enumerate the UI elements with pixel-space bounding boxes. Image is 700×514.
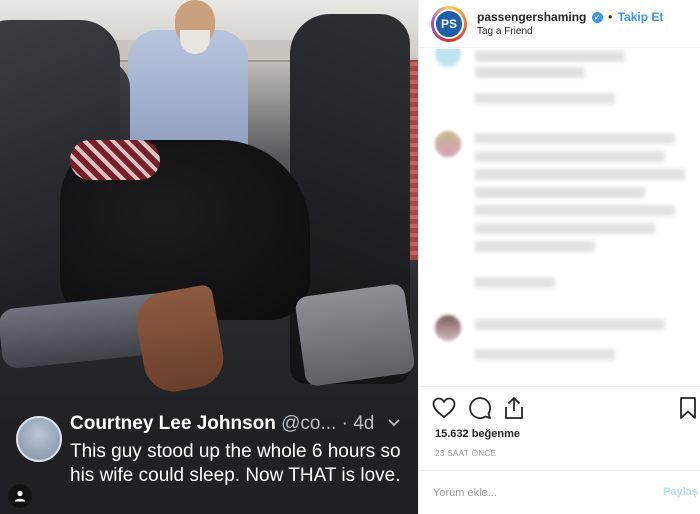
save-button[interactable] [675,396,700,425]
comment-avatar [435,131,461,157]
account-avatar-logo: PS [434,9,464,39]
tweet-author-avatar [16,416,62,462]
account-avatar[interactable]: PS [431,6,467,42]
blurred-comment [475,319,665,330]
person-icon [13,489,27,503]
blurred-comment [475,67,585,78]
add-comment-bar: Paylaş [419,470,700,514]
blurred-comment [475,133,675,144]
share-upload-icon [503,396,525,425]
post-side-panel: PS passengershaming ✓ • Takip Et Tag a F… [418,0,700,514]
blurred-comment [475,51,625,62]
tweet-text: This guy stood up the whole 6 hours so h… [70,441,401,486]
heart-icon [432,397,456,424]
blurred-comment [475,151,665,162]
comment-input[interactable] [433,485,633,501]
blurred-comment [475,223,655,234]
likes-count[interactable]: 15.632 beğenme [435,428,520,440]
blurred-comment [475,93,615,104]
comment-avatar [435,49,461,67]
location-link[interactable]: Tag a Friend [477,26,533,37]
username-row: passengershaming ✓ • Takip Et [477,10,663,24]
comments-list [419,49,700,386]
blurred-comment [475,169,685,180]
bare-foot [131,283,229,397]
post-comment-button[interactable]: Paylaş [663,486,698,498]
post-timestamp[interactable]: 23 SAAT ÖNCE [435,449,496,458]
verified-badge-icon: ✓ [591,12,603,24]
blurred-comment [475,241,595,252]
follow-button[interactable]: Takip Et [618,10,664,24]
blurred-comment [475,187,645,198]
comment-bubble-icon [468,396,492,425]
blurred-comment [475,349,615,360]
header-separator: • [608,10,613,24]
blurred-comment [475,277,555,288]
tweet-age: 4d [353,413,375,434]
scarf [70,140,160,180]
seat-armrest [294,282,416,388]
blurred-comment [475,205,675,216]
bookmark-icon [679,396,697,425]
username-link[interactable]: passengershaming [477,10,586,24]
like-button[interactable] [431,397,457,423]
chevron-down-icon [387,416,401,435]
user-tag-button[interactable] [8,484,32,508]
share-button[interactable] [501,396,527,425]
tweet-author-name: Courtney Lee Johnson [70,413,276,434]
tweet-time-separator: · [341,413,348,434]
comment-avatar [435,315,461,341]
tweet-author: Courtney Lee Johnson @co... · 4d [70,413,374,435]
tweet-author-handle: @co... [281,413,337,434]
comment-button[interactable] [467,396,493,425]
post-photo[interactable] [0,0,418,514]
post-header: PS passengershaming ✓ • Takip Et Tag a F… [419,0,700,48]
